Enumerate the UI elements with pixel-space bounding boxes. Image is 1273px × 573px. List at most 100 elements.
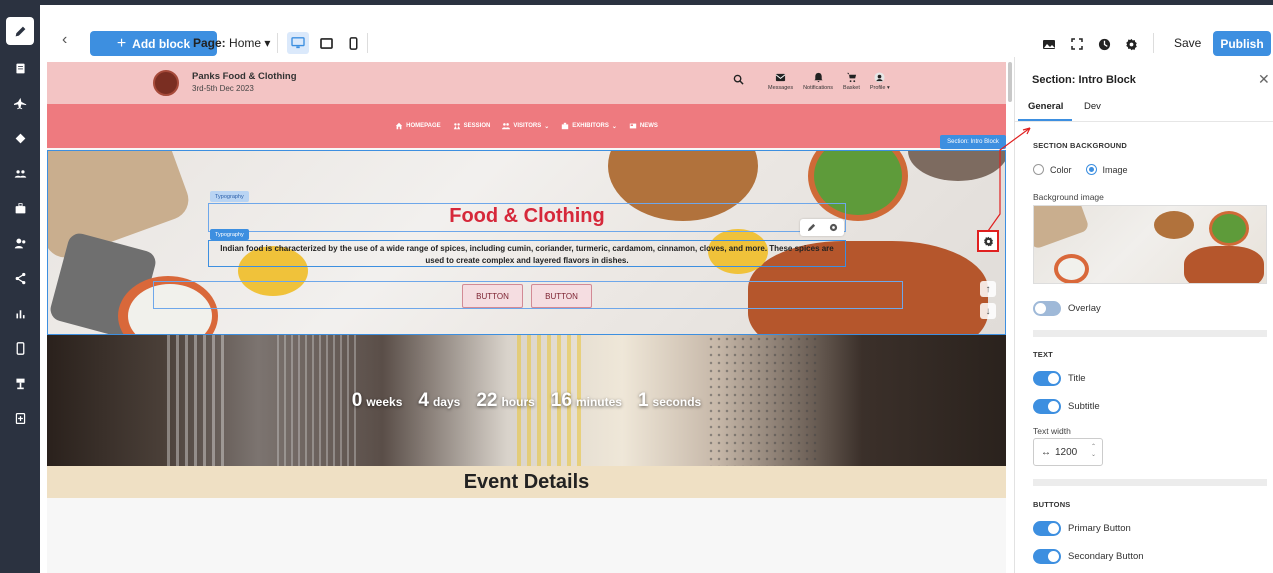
- tablet-view-button[interactable]: [315, 32, 337, 54]
- background-type-radios: Color Image: [1033, 164, 1128, 175]
- profile-item[interactable]: Profile ▾: [870, 72, 890, 91]
- divider: [277, 33, 278, 53]
- mobile-icon[interactable]: [0, 337, 40, 359]
- messages-item[interactable]: Messages: [768, 72, 793, 91]
- publish-button[interactable]: Publish: [1213, 31, 1271, 56]
- add-block-label: Add block: [132, 36, 191, 51]
- secondary-button-label: Secondary Button: [1068, 551, 1144, 562]
- countdown-section[interactable]: 0 weeks 4 days 22 hours 16 minutes 1 seconds: [47, 335, 1006, 466]
- editor-toolbar: ‹ + Add block Page: Home ▾ Save Publish: [40, 5, 1273, 57]
- move-up-icon[interactable]: ↑: [980, 281, 996, 297]
- envelope-icon: [775, 73, 786, 82]
- analytics-icon[interactable]: [0, 302, 40, 324]
- nav-news[interactable]: NEWS: [629, 122, 658, 130]
- kiosk-icon[interactable]: [0, 372, 40, 394]
- stepper-arrows-icon[interactable]: ⌃ ⌄: [1091, 443, 1096, 459]
- radio-image[interactable]: [1085, 164, 1097, 175]
- move-down-icon[interactable]: ↓: [980, 303, 996, 319]
- notifications-item[interactable]: Notifications: [803, 72, 833, 91]
- briefcase-icon[interactable]: [0, 197, 40, 219]
- countdown-days: 4 days: [418, 390, 461, 411]
- subtitle-toggle-label: Subtitle: [1068, 401, 1100, 412]
- buttons-group-box[interactable]: [153, 281, 903, 309]
- nav-session[interactable]: SESSION: [453, 122, 490, 130]
- intro-block-section[interactable]: Typography Food & Clothing Typography In…: [47, 150, 1006, 335]
- news-icon: [629, 123, 637, 129]
- history-clock-icon[interactable]: [1096, 36, 1112, 52]
- group-icon[interactable]: [0, 162, 40, 184]
- pages-icon[interactable]: [0, 57, 40, 79]
- close-icon[interactable]: ✕: [1258, 71, 1270, 88]
- save-button[interactable]: Save: [1174, 36, 1201, 50]
- desktop-view-button[interactable]: [287, 32, 309, 54]
- radio-image-label: Image: [1102, 164, 1128, 175]
- settings-gear-icon[interactable]: [1123, 36, 1139, 52]
- overlay-toggle-row: Overlay: [1033, 301, 1101, 316]
- radio-color[interactable]: [1033, 164, 1044, 175]
- page-selector[interactable]: Page: Home ▾: [193, 36, 270, 50]
- hero-secondary-button[interactable]: BUTTON: [531, 284, 592, 308]
- typography-label[interactable]: Typography: [210, 229, 249, 240]
- page-value: Home: [229, 36, 262, 50]
- avatar-icon: [874, 72, 885, 83]
- background-image-thumbnail[interactable]: [1033, 205, 1267, 284]
- nav-exhibitors[interactable]: EXHIBITORS ⌄: [561, 122, 617, 130]
- hero-primary-button[interactable]: BUTTON: [462, 284, 523, 308]
- subtitle-toggle[interactable]: [1033, 399, 1061, 414]
- countdown-weeks: 0 weeks: [351, 390, 403, 411]
- page-canvas: Panks Food & Clothing 3rd-5th Dec 2023 M…: [47, 62, 1006, 573]
- gear-icon[interactable]: [829, 223, 838, 232]
- block-settings-gear-icon[interactable]: [977, 230, 999, 252]
- event-details-heading[interactable]: Event Details: [47, 466, 1006, 498]
- fullscreen-icon[interactable]: [1069, 36, 1085, 52]
- hero-title[interactable]: Food & Clothing: [210, 205, 844, 228]
- nav-homepage[interactable]: HOMEPAGE: [395, 122, 441, 130]
- text-width-input[interactable]: ↔ 1200 ⌃ ⌄: [1033, 438, 1103, 466]
- canvas-scrollbar[interactable]: [1008, 62, 1012, 102]
- share-icon[interactable]: [0, 267, 40, 289]
- countdown-timer: 0 weeks 4 days 22 hours 16 minutes 1 seconds: [47, 390, 1006, 412]
- buttons-heading: BUTTONS: [1033, 500, 1071, 509]
- site-header: Panks Food & Clothing 3rd-5th Dec 2023 M…: [47, 62, 1006, 104]
- edit-pencil-icon[interactable]: [6, 17, 34, 45]
- primary-button-toggle[interactable]: [1033, 521, 1061, 536]
- page-label: Page:: [193, 36, 226, 50]
- tab-general[interactable]: General: [1028, 101, 1063, 112]
- back-chevron-icon[interactable]: ‹: [62, 32, 76, 48]
- site-navigation: HOMEPAGE SESSION VISITORS ⌄ EXHIBITORS ⌄ N…: [47, 104, 1006, 148]
- chevron-down-icon: ▾: [264, 36, 271, 50]
- panel-title: Section: Intro Block: [1032, 74, 1136, 86]
- airplane-icon[interactable]: [0, 92, 40, 114]
- messages-label: Messages: [768, 85, 794, 91]
- media-gallery-icon[interactable]: [1041, 36, 1057, 52]
- users-icon[interactable]: [0, 232, 40, 254]
- width-arrows-icon: ↔: [1041, 446, 1051, 458]
- pencil-icon[interactable]: [807, 223, 816, 232]
- dish-image: [908, 151, 1005, 181]
- thumb-fries-image: [1184, 246, 1264, 283]
- typography-label[interactable]: Typography: [210, 191, 249, 202]
- divider-band: [1033, 479, 1267, 486]
- block-side-tools: ↑ ↓ ⧉ ⋯: [978, 281, 998, 334]
- subtitle-toggle-row: Subtitle: [1033, 399, 1100, 414]
- thumb-bowl-image: [1054, 254, 1089, 283]
- export-icon[interactable]: [0, 407, 40, 429]
- settings-panel: Section: Intro Block ✕ General Dev SECTI…: [1014, 57, 1273, 573]
- text-width-value: 1200: [1055, 446, 1078, 458]
- search-icon[interactable]: [733, 74, 744, 87]
- bell-icon: [813, 72, 823, 83]
- plus-icon: +: [116, 34, 127, 52]
- secondary-button-toggle[interactable]: [1033, 549, 1061, 564]
- mobile-view-button[interactable]: [342, 32, 364, 54]
- section-tag[interactable]: Section: Intro Block: [940, 135, 1006, 149]
- background-image-label: Background image: [1033, 192, 1104, 202]
- nav-visitors[interactable]: VISITORS ⌄: [502, 122, 549, 130]
- basket-item[interactable]: Basket: [843, 72, 860, 91]
- overlay-toggle[interactable]: [1033, 301, 1061, 316]
- tab-dev[interactable]: Dev: [1084, 101, 1101, 112]
- hero-subtitle[interactable]: Indian food is characterized by the use …: [212, 243, 842, 267]
- typography-tools: [800, 219, 844, 236]
- title-toggle[interactable]: [1033, 371, 1061, 386]
- divider: [1153, 33, 1154, 53]
- diamond-icon[interactable]: [0, 127, 40, 149]
